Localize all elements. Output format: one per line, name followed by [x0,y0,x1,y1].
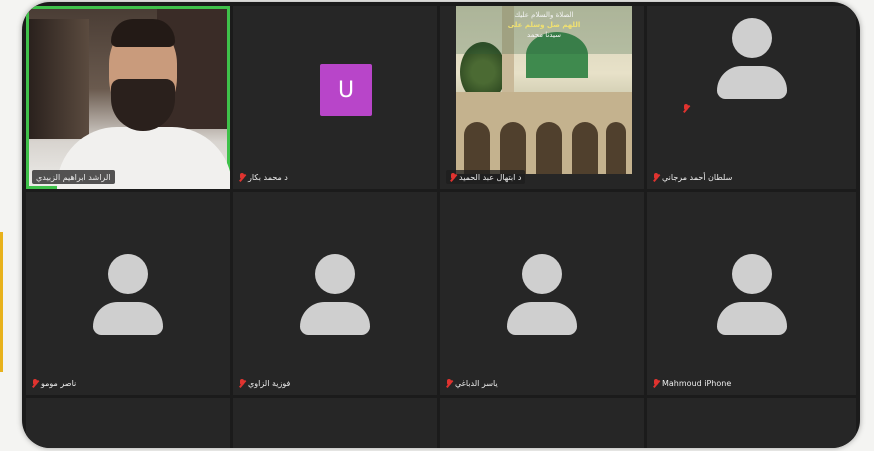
participant-tile-4[interactable]: سلطان أحمد مرجاني [647,6,856,189]
mic-muted-icon [683,104,689,113]
participant-name-tag: ناصر مومو [32,376,76,390]
participant-name: د ابتهال عبد الحميد [459,172,522,182]
participant-name: ناصر مومو [41,378,77,388]
participant-tile-9[interactable] [26,398,230,448]
participant-name-tag: ياسر الدباغي [446,376,498,390]
participant-tile-2[interactable]: U د محمد بكار [233,6,437,189]
participant-name: فوزية الزاوي [248,378,291,388]
mic-muted-icon [450,172,456,182]
participant-tile-11[interactable] [440,398,644,448]
mic-muted-icon [653,172,659,182]
participant-tile-7[interactable]: ياسر الدباغي [440,192,644,395]
mic-muted-icon [446,378,452,388]
letter-avatar: U [320,64,372,116]
image-caption: الصلاة والسلام عليك اللهم صل وسلم على سي… [456,6,632,54]
participant-name-tag: د ابتهال عبد الحميد [446,170,526,184]
mic-muted-icon [653,378,659,388]
participant-tile-1[interactable]: الراشد ابراهيم الزبيدي [26,6,230,189]
participant-name: د محمد بكار [248,172,288,182]
participant-name: الراشد ابراهيم الزبيدي [36,172,111,182]
mic-muted-icon [239,378,245,388]
participant-name-tag: Mahmoud iPhone [653,376,731,390]
participant-tile-10[interactable] [233,398,437,448]
mic-muted-icon [32,378,38,388]
mic-muted-icon [239,172,245,182]
participant-name-tag: الراشد ابراهيم الزبيدي [32,170,115,184]
participant-tile-8[interactable]: Mahmoud iPhone [647,192,856,395]
user-avatar-icon [507,254,577,335]
participant-tile-12[interactable] [647,398,856,448]
user-avatar-icon [716,18,787,99]
participant-video [29,9,230,189]
participant-name: Mahmoud iPhone [662,378,732,388]
video-gallery: الراشد ابراهيم الزبيدي U د محمد بكار الص… [22,2,860,448]
participant-tile-5[interactable]: ناصر مومو [26,192,230,395]
participant-name-tag: سلطان أحمد مرجاني [653,170,732,184]
participant-tile-3[interactable]: الصلاة والسلام عليك اللهم صل وسلم على سي… [440,6,644,189]
accent-strip [0,232,3,372]
participant-name: سلطان أحمد مرجاني [662,172,733,182]
shared-image: الصلاة والسلام عليك اللهم صل وسلم على سي… [456,6,632,174]
user-avatar-icon [716,254,787,335]
user-avatar-icon [93,254,163,335]
participant-name-tag: د محمد بكار [239,170,288,184]
user-avatar-icon [300,254,370,335]
participant-name: ياسر الدباغي [455,378,498,388]
participant-tile-6[interactable]: فوزية الزاوي [233,192,437,395]
participant-name-tag: فوزية الزاوي [239,376,290,390]
